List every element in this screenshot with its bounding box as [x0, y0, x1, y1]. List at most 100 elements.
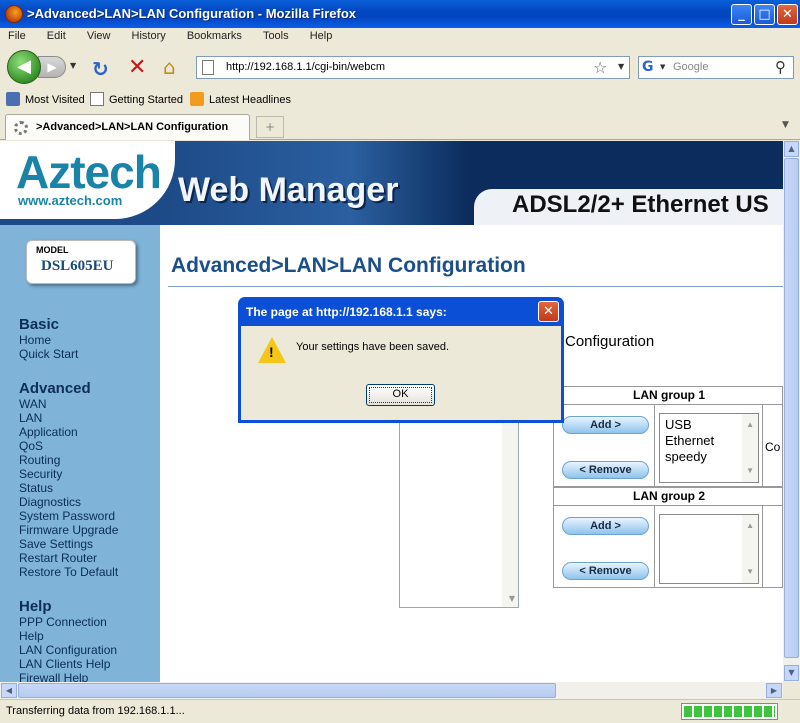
- model-badge: MODEL DSL605EU: [26, 240, 136, 284]
- tab-bar: >Advanced>LAN>LAN Configuration + ▼: [0, 110, 800, 140]
- list-item[interactable]: speedy: [665, 449, 753, 465]
- arrow-left-icon: ◀: [17, 56, 31, 77]
- page-icon: [202, 60, 214, 75]
- scroll-down-icon[interactable]: ▼: [784, 665, 799, 681]
- remove-button-group-2[interactable]: < Remove: [562, 562, 649, 580]
- search-icon[interactable]: ⚲: [775, 58, 786, 76]
- url-bar[interactable]: http://192.168.1.1/cgi-bin/webcm ☆ ▼: [196, 56, 630, 79]
- menu-help[interactable]: Help: [310, 30, 333, 42]
- status-text: Transferring data from 192.168.1.1...: [6, 705, 185, 717]
- bookmark-getting-started[interactable]: Getting Started: [90, 92, 183, 106]
- progress-bar: [681, 703, 778, 720]
- page-title: Advanced>LAN>LAN Configuration: [171, 254, 526, 277]
- window-title: >Advanced>LAN>LAN Configuration - Mozill…: [27, 6, 356, 21]
- header-banner: Aztech www.aztech.com Web Manager ADSL2/…: [0, 141, 783, 225]
- sidebar-item-security[interactable]: Security: [19, 467, 62, 481]
- sidebar: MODEL DSL605EU Basic Home Quick Start Ad…: [0, 225, 160, 682]
- sidebar-item-save-settings[interactable]: Save Settings: [19, 537, 93, 551]
- add-button-group-1[interactable]: Add >: [562, 416, 649, 434]
- list-item[interactable]: USB: [665, 417, 753, 433]
- scroll-up-icon[interactable]: ▲: [746, 417, 754, 433]
- url-dropdown-icon[interactable]: ▼: [618, 62, 624, 71]
- menu-history[interactable]: History: [132, 30, 166, 42]
- vertical-scrollbar[interactable]: ▲ ▼: [783, 141, 800, 682]
- lan-group-2-members[interactable]: ▲ ▼: [659, 514, 759, 584]
- bookmarks-toolbar: Most Visited Getting Started Latest Head…: [0, 88, 800, 110]
- lan-group-1-members[interactable]: USB Ethernet speedy ▲ ▼: [659, 413, 759, 483]
- scroll-up-icon[interactable]: ▲: [784, 141, 799, 157]
- horizontal-scrollbar[interactable]: ◀ ▶: [0, 682, 783, 699]
- sidebar-item-firewall-help[interactable]: Firewall Help: [19, 671, 88, 682]
- dialog-close-button[interactable]: ✕: [538, 301, 559, 322]
- menu-edit[interactable]: Edit: [47, 30, 66, 42]
- close-window-button[interactable]: ✕: [777, 4, 798, 25]
- list-item[interactable]: Ethernet: [665, 433, 753, 449]
- sidebar-item-quick-start[interactable]: Quick Start: [19, 347, 78, 361]
- vertical-scroll-thumb[interactable]: [784, 158, 799, 658]
- maximize-button[interactable]: □: [754, 4, 775, 25]
- truncated-column-text: Co: [765, 440, 781, 454]
- add-button-group-2[interactable]: Add >: [562, 517, 649, 535]
- scroll-up-icon[interactable]: ▲: [746, 518, 754, 534]
- reload-icon[interactable]: ↻: [92, 57, 109, 81]
- sidebar-item-routing[interactable]: Routing: [19, 453, 60, 467]
- horizontal-scroll-thumb[interactable]: [18, 683, 556, 698]
- menu-tools[interactable]: Tools: [263, 30, 289, 42]
- status-bar: Transferring data from 192.168.1.1...: [0, 699, 800, 723]
- minimize-button[interactable]: _: [731, 4, 752, 25]
- brand-url: www.aztech.com: [18, 193, 123, 208]
- back-button[interactable]: ◀: [7, 50, 41, 84]
- tab-lan-configuration[interactable]: >Advanced>LAN>LAN Configuration: [5, 114, 250, 140]
- scroll-down-icon[interactable]: ▼: [746, 463, 754, 479]
- sidebar-item-ppp-connection[interactable]: PPP Connection: [19, 615, 107, 629]
- sidebar-section-basic: Basic: [19, 316, 60, 333]
- url-text[interactable]: http://192.168.1.1/cgi-bin/webcm: [226, 61, 385, 73]
- menu-file[interactable]: File: [8, 30, 26, 42]
- brand-name: Aztech: [16, 146, 162, 198]
- sidebar-item-home[interactable]: Home: [19, 333, 51, 347]
- sidebar-item-restore-default[interactable]: Restore To Default: [19, 565, 118, 579]
- remove-button-group-1[interactable]: < Remove: [562, 461, 649, 479]
- search-input[interactable]: Google: [673, 61, 708, 73]
- scroll-down-icon[interactable]: ▼: [746, 564, 754, 580]
- tab-list-icon[interactable]: ▼: [782, 120, 789, 130]
- sidebar-section-help: Help: [19, 598, 52, 615]
- forward-button[interactable]: ▶: [38, 56, 66, 78]
- sidebar-item-system-password[interactable]: System Password: [19, 509, 115, 523]
- lan-group-1: LAN group 1 Add > < Remove USB Ethernet …: [553, 386, 783, 487]
- menu-bar: File Edit View History Bookmarks Tools H…: [0, 28, 800, 46]
- scroll-down-icon[interactable]: ▼: [509, 594, 515, 603]
- sidebar-item-qos[interactable]: QoS: [19, 439, 43, 453]
- sidebar-item-help[interactable]: Help: [19, 629, 44, 643]
- sidebar-item-lan-configuration[interactable]: LAN Configuration: [19, 643, 117, 657]
- bookmark-most-visited[interactable]: Most Visited: [6, 92, 85, 106]
- dialog-message: Your settings have been saved.: [296, 341, 450, 353]
- arrow-right-icon: ▶: [47, 60, 57, 74]
- bookmark-latest-headlines[interactable]: Latest Headlines: [190, 92, 291, 106]
- search-box[interactable]: G ▼ Google ⚲: [638, 56, 794, 79]
- sidebar-item-wan[interactable]: WAN: [19, 397, 47, 411]
- sidebar-item-diagnostics[interactable]: Diagnostics: [19, 495, 81, 509]
- page-icon: [90, 92, 104, 106]
- sidebar-item-status[interactable]: Status: [19, 481, 53, 495]
- warning-icon: !: [258, 337, 286, 363]
- sidebar-item-restart-router[interactable]: Restart Router: [19, 551, 97, 565]
- menu-view[interactable]: View: [87, 30, 111, 42]
- menu-bookmarks[interactable]: Bookmarks: [187, 30, 242, 42]
- title-divider: [168, 286, 783, 287]
- google-icon[interactable]: G: [642, 59, 658, 75]
- bookmark-star-icon[interactable]: ☆: [593, 58, 607, 77]
- sidebar-item-lan[interactable]: LAN: [19, 411, 42, 425]
- stop-icon[interactable]: ✕: [128, 55, 146, 80]
- scroll-left-icon[interactable]: ◀: [1, 683, 17, 698]
- new-tab-button[interactable]: +: [256, 116, 284, 138]
- engine-dropdown-icon[interactable]: ▼: [660, 63, 665, 71]
- history-dropdown-icon[interactable]: ▼: [70, 61, 76, 70]
- navigation-toolbar: ▶ ◀ ▼ ↻ ✕ ⌂ http://192.168.1.1/cgi-bin/w…: [0, 46, 800, 88]
- sidebar-item-application[interactable]: Application: [19, 425, 78, 439]
- sidebar-item-firmware-upgrade[interactable]: Firmware Upgrade: [19, 523, 118, 537]
- sidebar-item-lan-clients-help[interactable]: LAN Clients Help: [19, 657, 110, 671]
- home-icon[interactable]: ⌂: [163, 55, 176, 79]
- scroll-right-icon[interactable]: ▶: [766, 683, 782, 698]
- ok-button[interactable]: OK: [366, 384, 435, 406]
